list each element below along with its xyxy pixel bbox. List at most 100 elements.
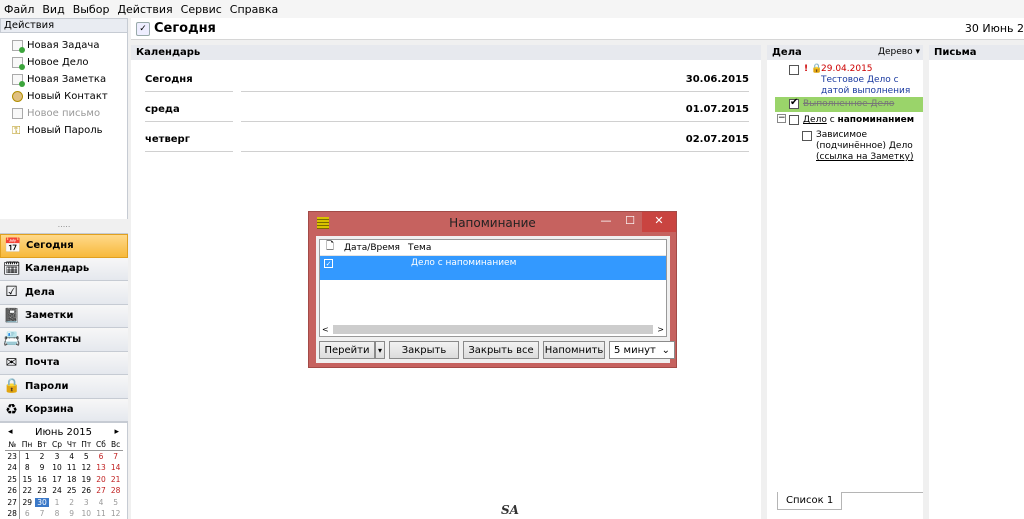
calendar-day[interactable]: 13 <box>96 463 106 472</box>
calendar-day-cell[interactable]: 27 <box>94 485 109 497</box>
calendar-day-cell[interactable]: 18 <box>64 474 79 486</box>
reminder-row[interactable]: ✓ Дело с напоминанием <box>320 256 666 280</box>
calendar-day[interactable]: 3 <box>55 452 60 461</box>
col-datetime[interactable]: Дата/Время <box>340 243 408 253</box>
calendar-day[interactable]: 10 <box>52 463 62 472</box>
view-mode-dropdown[interactable]: Дерево ▾ <box>878 45 920 60</box>
remind-button[interactable]: Напомнить <box>543 341 605 359</box>
calendar-day[interactable]: 20 <box>96 475 106 484</box>
calendar-day[interactable]: 12 <box>111 509 121 518</box>
calendar-day-cell[interactable]: 3 <box>50 451 65 463</box>
col-subject[interactable]: Тема <box>408 243 431 253</box>
calendar-day[interactable]: 18 <box>67 475 77 484</box>
calendar-day[interactable]: 23 <box>37 486 47 495</box>
nav-contacts[interactable]: 📇 Контакты <box>0 328 128 352</box>
calendar-day-cell[interactable]: 9 <box>64 508 79 519</box>
calendar-day[interactable]: 25 <box>67 486 77 495</box>
calendar-day-cell[interactable]: 9 <box>34 462 49 474</box>
nav-tasks[interactable]: ☑ Дела <box>0 281 128 305</box>
action-new-todo[interactable]: Новое Дело <box>0 54 127 71</box>
menu-file[interactable]: Файл <box>0 3 38 16</box>
calendar-day-cell[interactable]: 29 <box>20 497 35 509</box>
day-row[interactable]: Сегодня 30.06.2015 <box>131 64 761 94</box>
task-title[interactable]: (подчинённое) Дело <box>816 141 913 152</box>
calendar-day[interactable]: 17 <box>52 475 62 484</box>
splitter-handle[interactable]: ..... <box>0 219 128 233</box>
close-all-button[interactable]: Закрыть все <box>463 341 539 359</box>
snooze-interval-select[interactable]: 5 минут ⌄ <box>609 341 675 359</box>
action-new-contact[interactable]: Новый Контакт <box>0 88 127 105</box>
day-row[interactable]: среда 01.07.2015 <box>131 94 761 124</box>
calendar-day-cell[interactable]: 28 <box>108 485 123 497</box>
task-checkbox[interactable] <box>789 115 799 125</box>
calendar-day[interactable]: 9 <box>40 463 45 472</box>
calendar-day-cell[interactable]: 1 <box>50 497 65 509</box>
nav-trash[interactable]: ♻ Корзина <box>0 398 128 422</box>
action-new-task[interactable]: Новая Задача <box>0 37 127 54</box>
close-reminder-button[interactable]: Закрыть <box>389 341 459 359</box>
task-checkbox[interactable] <box>789 65 799 75</box>
horizontal-scrollbar[interactable]: < > <box>320 323 666 336</box>
collapse-toggle[interactable]: − <box>777 114 786 123</box>
nav-mail[interactable]: ✉ Почта <box>0 351 128 375</box>
calendar-day-cell[interactable]: 13 <box>94 462 109 474</box>
calendar-day[interactable]: 4 <box>69 452 74 461</box>
goto-dropdown-button[interactable]: ▾ <box>375 341 385 359</box>
calendar-day[interactable]: 28 <box>111 486 121 495</box>
calendar-day[interactable]: 14 <box>111 463 121 472</box>
action-new-mail[interactable]: Новое письмо <box>0 105 127 122</box>
calendar-day-cell[interactable]: 11 <box>94 508 109 519</box>
calendar-day-cell[interactable]: 23 <box>34 485 49 497</box>
calendar-day-cell[interactable]: 30 <box>34 497 49 509</box>
calendar-day-cell[interactable]: 8 <box>20 462 35 474</box>
calendar-day[interactable]: 24 <box>52 486 62 495</box>
menu-service[interactable]: Сервис <box>177 3 226 16</box>
calendar-day-cell[interactable]: 24 <box>50 485 65 497</box>
close-button[interactable]: ✕ <box>642 212 676 232</box>
calendar-day-cell[interactable]: 7 <box>34 508 49 519</box>
calendar-day-cell[interactable]: 3 <box>79 497 94 509</box>
calendar-day-cell[interactable]: 4 <box>64 451 79 463</box>
task-checkbox[interactable] <box>789 97 799 109</box>
nav-calendar[interactable]: 🗓 Календарь <box>0 257 128 281</box>
calendar-day-cell[interactable]: 10 <box>50 462 65 474</box>
scroll-thumb[interactable] <box>332 325 654 334</box>
calendar-day-cell[interactable]: 26 <box>79 485 94 497</box>
day-row[interactable]: четверг 02.07.2015 <box>131 124 761 154</box>
task-title[interactable]: Тестовое Дело с <box>821 75 899 86</box>
calendar-day[interactable]: 29 <box>22 498 32 507</box>
nav-passwords[interactable]: 🔒 Пароли <box>0 375 128 399</box>
calendar-day-cell[interactable]: 20 <box>94 474 109 486</box>
calendar-day[interactable]: 26 <box>82 486 92 495</box>
task-item-done[interactable]: Выполненное Дело <box>775 97 923 112</box>
calendar-day-cell[interactable]: 4 <box>94 497 109 509</box>
calendar-day-cell[interactable]: 1 <box>20 451 35 463</box>
calendar-day[interactable]: 30 <box>35 497 49 507</box>
scroll-right-button[interactable]: > <box>657 325 666 334</box>
calendar-day-cell[interactable]: 12 <box>108 508 123 519</box>
calendar-day[interactable]: 7 <box>113 452 118 461</box>
calendar-day-cell[interactable]: 16 <box>34 474 49 486</box>
calendar-day[interactable]: 4 <box>99 498 104 507</box>
task-title[interactable]: датой выполнения <box>821 86 910 97</box>
calendar-day[interactable]: 5 <box>113 498 118 507</box>
maximize-button[interactable]: ☐ <box>618 212 642 232</box>
calendar-day-cell[interactable]: 21 <box>108 474 123 486</box>
calendar-day-cell[interactable]: 10 <box>79 508 94 519</box>
calendar-day-cell[interactable]: 25 <box>64 485 79 497</box>
calendar-day[interactable]: 6 <box>99 452 104 461</box>
calendar-day-cell[interactable]: 19 <box>79 474 94 486</box>
dialog-title-bar[interactable]: Напоминание — ☐ ✕ <box>309 212 676 234</box>
calendar-day-cell[interactable]: 22 <box>20 485 35 497</box>
note-link[interactable]: (ссылка на Заметку) <box>816 152 913 163</box>
calendar-day[interactable]: 19 <box>82 475 92 484</box>
prev-month-button[interactable]: ◂ <box>8 427 13 437</box>
calendar-day[interactable]: 5 <box>84 452 89 461</box>
calendar-day-cell[interactable]: 5 <box>79 451 94 463</box>
app-menu-icon[interactable] <box>317 217 329 229</box>
goto-button[interactable]: Перейти <box>319 341 375 359</box>
calendar-day[interactable]: 2 <box>69 498 74 507</box>
nav-notes[interactable]: 📓 Заметки <box>0 304 128 328</box>
calendar-day[interactable]: 1 <box>25 452 30 461</box>
nav-today[interactable]: 📅 Сегодня <box>0 234 128 258</box>
